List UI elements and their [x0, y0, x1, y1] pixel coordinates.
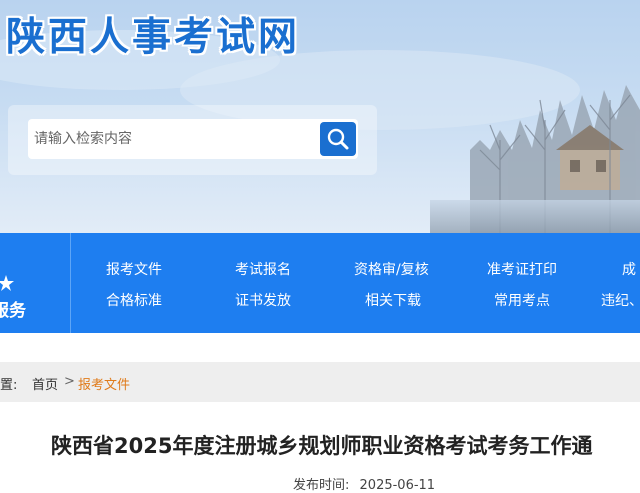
breadcrumb-prefix: 置: — [0, 378, 18, 393]
nav-item-qualification-review[interactable]: 资格审/复核 — [354, 259, 429, 279]
breadcrumb-home-link[interactable]: 首页 — [32, 374, 58, 393]
breadcrumb: 置: 首页 > 报考文件 — [0, 362, 640, 402]
nav-service-label: 服务 — [0, 301, 26, 321]
nav-item-admission-ticket[interactable]: 准考证打印 — [487, 259, 557, 279]
nav-item-exam-registration[interactable]: 考试报名 — [235, 259, 291, 279]
nav-service-section[interactable]: 服务 — [0, 233, 71, 333]
nav-item-violations[interactable]: 违纪、 — [601, 290, 640, 310]
search-button[interactable] — [320, 122, 356, 156]
publish-time-label: 发布时间: — [293, 478, 350, 493]
breadcrumb-separator: > — [64, 374, 75, 389]
search-icon — [327, 128, 349, 150]
nav-item-certificate-issue[interactable]: 证书发放 — [235, 290, 291, 310]
search-input[interactable] — [28, 119, 312, 159]
nav-item-downloads[interactable]: 相关下载 — [365, 290, 421, 310]
breadcrumb-current[interactable]: 报考文件 — [78, 374, 130, 393]
main-navbar: 服务 报考文件 考试报名 资格审/复核 准考证打印 成 合格标准 证书发放 相关… — [0, 233, 640, 333]
article-title: 陕西省2025年度注册城乡规划师职业资格考试考务工作通 — [51, 434, 593, 458]
article-meta: 发布时间: 2025-06-11 — [293, 474, 435, 493]
site-title: 陕西人事考试网 — [6, 15, 301, 60]
nav-item-scores[interactable]: 成 — [622, 259, 636, 279]
nav-item-exam-sites[interactable]: 常用考点 — [494, 290, 550, 310]
star-icon — [0, 275, 14, 291]
nav-item-exam-documents[interactable]: 报考文件 — [106, 259, 162, 279]
publish-date: 2025-06-11 — [359, 478, 436, 493]
nav-item-pass-standard[interactable]: 合格标准 — [106, 290, 162, 310]
